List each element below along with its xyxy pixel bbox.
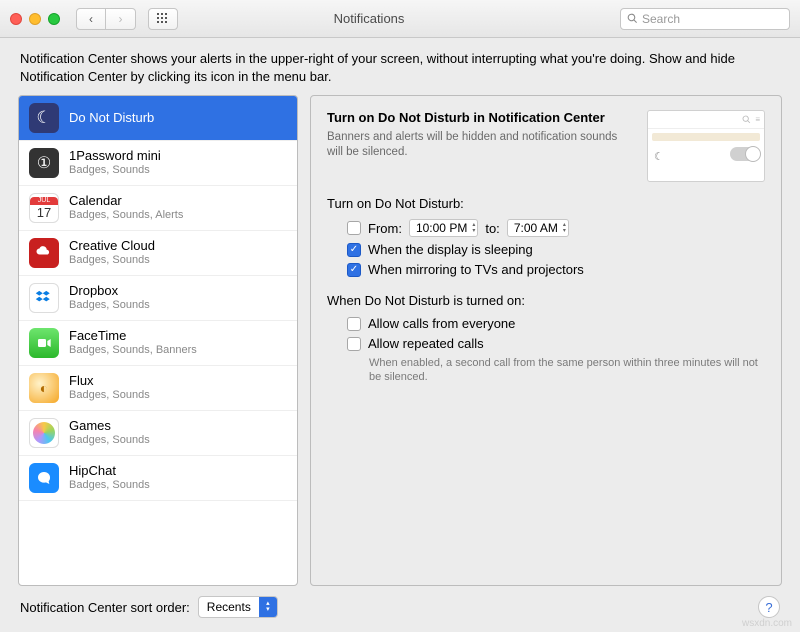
preferences-window: ‹ › Notifications Search Notification Ce…	[0, 0, 800, 632]
app-subtitle: Badges, Sounds	[69, 434, 150, 447]
mirroring-checkbox[interactable]	[347, 263, 361, 277]
app-name: 1Password mini	[69, 149, 161, 164]
nc-preview: ≡ ☾	[647, 110, 765, 182]
repeated-checkbox[interactable]	[347, 337, 361, 351]
app-sidebar[interactable]: ☾Do Not Disturb①1Password miniBadges, So…	[18, 95, 298, 586]
repeated-label: Allow repeated calls	[368, 336, 484, 351]
option-everyone-row: Allow calls from everyone	[347, 316, 765, 331]
app-name: Flux	[69, 374, 150, 389]
sidebar-item-flux[interactable]: ◐FluxBadges, Sounds	[19, 366, 297, 411]
app-name: Dropbox	[69, 284, 150, 299]
menu-mini-icon: ≡	[755, 115, 760, 124]
mirroring-label: When mirroring to TVs and projectors	[368, 262, 584, 277]
content-area: ☾Do Not Disturb①1Password miniBadges, So…	[0, 95, 800, 586]
app-name: Calendar	[69, 194, 183, 209]
search-icon	[627, 13, 638, 24]
from-time-input[interactable]: 10:00 PM ▴▾	[409, 219, 478, 237]
app-subtitle: Badges, Sounds	[69, 299, 150, 312]
stepper-icon[interactable]: ▴▾	[472, 222, 475, 234]
when-on-section-label: When Do Not Disturb is turned on:	[327, 293, 765, 308]
sidebar-item-1password-mini[interactable]: ①1Password miniBadges, Sounds	[19, 141, 297, 186]
show-all-button[interactable]	[148, 8, 178, 30]
option-sleeping-row: When the display is sleeping	[347, 242, 765, 257]
app-name: FaceTime	[69, 329, 197, 344]
from-label: From:	[368, 221, 402, 236]
option-repeated-row: Allow repeated calls	[347, 336, 765, 351]
detail-title: Turn on Do Not Disturb in Notification C…	[327, 110, 635, 126]
sidebar-item-dropbox[interactable]: DropboxBadges, Sounds	[19, 276, 297, 321]
app-subtitle: Badges, Sounds	[69, 479, 150, 492]
moon-mini-icon: ☾	[654, 150, 664, 163]
app-name: Creative Cloud	[69, 239, 155, 254]
option-from-row: From: 10:00 PM ▴▾ to: 7:00 AM ▴▾	[347, 219, 765, 237]
toggle-mini-icon	[730, 147, 760, 161]
sidebar-item-do-not-disturb[interactable]: ☾Do Not Disturb	[19, 96, 297, 141]
repeated-hint: When enabled, a second call from the sam…	[369, 356, 765, 385]
select-arrows-icon: ▴▾	[259, 597, 277, 617]
forward-button: ›	[106, 8, 136, 30]
to-time-input[interactable]: 7:00 AM ▴▾	[507, 219, 569, 237]
grid-icon	[157, 13, 169, 25]
sort-order-label: Notification Center sort order:	[20, 600, 190, 615]
traffic-lights	[10, 13, 60, 25]
sidebar-item-facetime[interactable]: FaceTimeBadges, Sounds, Banners	[19, 321, 297, 366]
sort-order-select[interactable]: Recents ▴▾	[198, 596, 278, 618]
nav-buttons: ‹ ›	[76, 8, 136, 30]
titlebar: ‹ › Notifications Search	[0, 0, 800, 38]
search-mini-icon	[742, 115, 751, 124]
detail-header: Turn on Do Not Disturb in Notification C…	[327, 110, 765, 182]
close-icon[interactable]	[10, 13, 22, 25]
app-subtitle: Badges, Sounds, Banners	[69, 344, 197, 357]
back-button[interactable]: ‹	[76, 8, 106, 30]
app-subtitle: Badges, Sounds	[69, 164, 161, 177]
watermark: wsxdn.com	[742, 618, 792, 629]
app-name: Do Not Disturb	[69, 111, 154, 126]
to-label: to:	[485, 221, 499, 236]
sleeping-checkbox[interactable]	[347, 243, 361, 257]
window-title: Notifications	[186, 11, 612, 26]
option-mirroring-row: When mirroring to TVs and projectors	[347, 262, 765, 277]
detail-subtitle: Banners and alerts will be hidden and no…	[327, 130, 635, 160]
app-subtitle: Badges, Sounds	[69, 389, 150, 402]
sleeping-label: When the display is sleeping	[368, 242, 533, 257]
help-button[interactable]: ?	[758, 596, 780, 618]
sidebar-item-games[interactable]: GamesBadges, Sounds	[19, 411, 297, 456]
sort-order-value: Recents	[207, 600, 251, 614]
minimize-icon[interactable]	[29, 13, 41, 25]
sidebar-item-calendar[interactable]: JUL17CalendarBadges, Sounds, Alerts	[19, 186, 297, 231]
app-name: Games	[69, 419, 150, 434]
detail-pane: Turn on Do Not Disturb in Notification C…	[310, 95, 782, 586]
footer: Notification Center sort order: Recents …	[0, 586, 800, 632]
zoom-icon[interactable]	[48, 13, 60, 25]
sidebar-item-creative-cloud[interactable]: Creative CloudBadges, Sounds	[19, 231, 297, 276]
schedule-section-label: Turn on Do Not Disturb:	[327, 196, 765, 211]
sidebar-item-hipchat[interactable]: HipChatBadges, Sounds	[19, 456, 297, 501]
app-subtitle: Badges, Sounds	[69, 254, 155, 267]
app-subtitle: Badges, Sounds, Alerts	[69, 209, 183, 222]
app-name: HipChat	[69, 464, 150, 479]
pane-description: Notification Center shows your alerts in…	[0, 38, 800, 95]
search-input[interactable]: Search	[620, 8, 790, 30]
everyone-label: Allow calls from everyone	[368, 316, 515, 331]
search-placeholder: Search	[642, 12, 680, 26]
everyone-checkbox[interactable]	[347, 317, 361, 331]
from-checkbox[interactable]	[347, 221, 361, 235]
stepper-icon[interactable]: ▴▾	[563, 222, 566, 234]
